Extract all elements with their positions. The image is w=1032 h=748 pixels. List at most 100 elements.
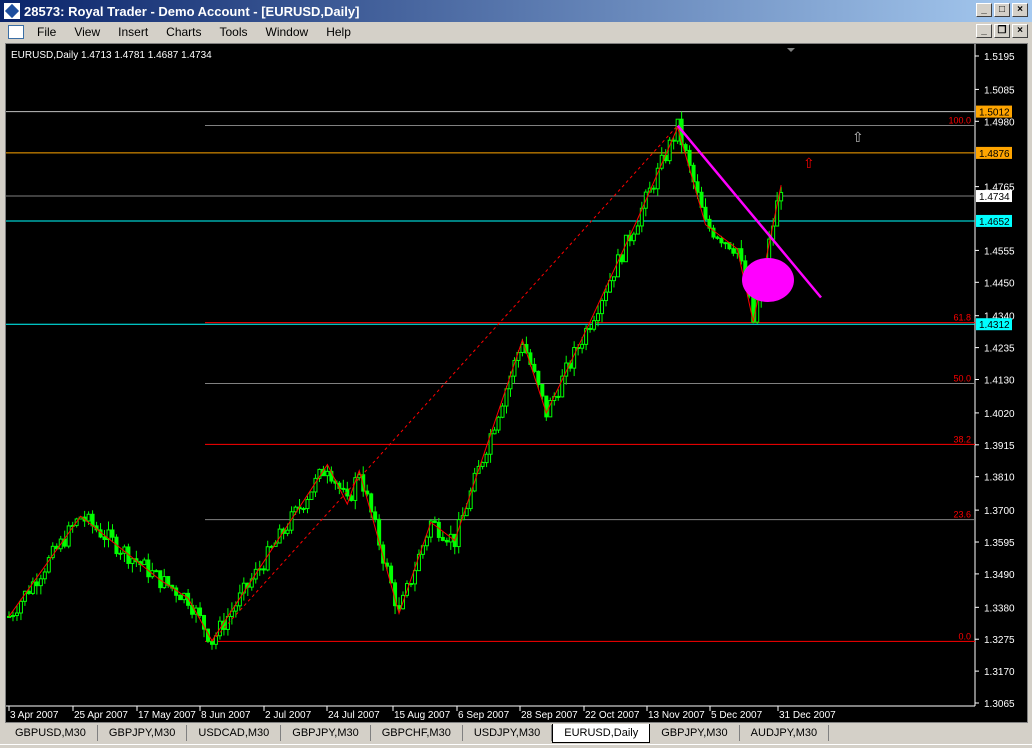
price-label: 1.4312 xyxy=(979,320,1010,331)
price-chart[interactable]: EURUSD,Daily 1.4713 1.4781 1.4687 1.4734… xyxy=(6,44,1027,722)
candle-body xyxy=(436,521,441,538)
candle-body xyxy=(301,508,306,511)
price-tick-label: 1.5195 xyxy=(984,52,1015,63)
tab-gbpchf-m30[interactable]: GBPCHF,M30 xyxy=(371,725,463,741)
menu-file[interactable]: File xyxy=(28,25,65,39)
candle-body xyxy=(373,511,378,520)
menu-help[interactable]: Help xyxy=(317,25,360,39)
fibo-level-label: 100.0 xyxy=(948,116,971,126)
candle-body xyxy=(178,594,183,601)
candle-body xyxy=(592,320,597,330)
tab-gbpjpy-m30[interactable]: GBPJPY,M30 xyxy=(98,725,188,741)
candle-body xyxy=(779,191,784,202)
menu-view[interactable]: View xyxy=(65,25,109,39)
candle-body xyxy=(14,612,19,617)
candle-body xyxy=(325,470,330,477)
price-tick-label: 1.3700 xyxy=(984,506,1015,517)
date-tick-label: 28 Sep 2007 xyxy=(521,710,578,721)
price-tick-label: 1.3490 xyxy=(984,570,1015,581)
fibo-level-label: 61.8 xyxy=(953,313,971,323)
candle-body xyxy=(580,343,585,349)
title-bar: 28573: Royal Trader - Demo Account - [EU… xyxy=(0,0,1032,22)
minimize-button[interactable]: _ xyxy=(976,3,992,17)
candle-body xyxy=(305,498,310,510)
fibo-level-label: 0.0 xyxy=(958,631,971,641)
date-tick-label: 2 Jul 2007 xyxy=(265,710,312,721)
candle-body xyxy=(146,559,151,578)
menu-insert[interactable]: Insert xyxy=(109,25,157,39)
candle-body xyxy=(10,615,15,618)
tab-gbpusd-m30[interactable]: GBPUSD,M30 xyxy=(4,725,98,741)
fibo-level-label: 38.2 xyxy=(953,434,971,444)
candle-body xyxy=(651,187,656,190)
doc-restore-button[interactable]: ❐ xyxy=(994,24,1010,38)
candle-body xyxy=(540,383,545,397)
candle-body xyxy=(492,429,497,435)
date-tick-label: 3 Apr 2007 xyxy=(10,710,59,721)
price-label: 1.5012 xyxy=(979,108,1010,119)
price-tick-label: 1.3380 xyxy=(984,603,1015,614)
tab-eurusd-daily[interactable]: EURUSD,Daily xyxy=(552,723,651,743)
candle-body xyxy=(66,525,71,547)
tab-usdcad-m30[interactable]: USDCAD,M30 xyxy=(187,725,282,741)
date-tick-label: 6 Sep 2007 xyxy=(458,710,510,721)
tab-usdjpy-m30[interactable]: USDJPY,M30 xyxy=(463,725,553,741)
candle-body xyxy=(102,536,107,541)
candle-body xyxy=(130,558,135,564)
highlight-ellipse xyxy=(742,258,794,302)
menu-tools[interactable]: Tools xyxy=(211,25,257,39)
candle-body xyxy=(532,363,537,372)
date-tick-label: 25 Apr 2007 xyxy=(74,710,128,721)
price-tick-label: 1.3810 xyxy=(984,473,1015,484)
fibo-level-label: 50.0 xyxy=(953,373,971,383)
candle-body xyxy=(444,539,449,543)
candle-body xyxy=(198,607,203,617)
candle-body xyxy=(265,546,270,571)
price-tick-label: 1.3065 xyxy=(984,699,1015,710)
tab-gbpjpy-m30[interactable]: GBPJPY,M30 xyxy=(650,725,740,741)
status-bar xyxy=(0,744,1032,748)
candle-body xyxy=(671,139,676,142)
price-tick-label: 1.3595 xyxy=(984,538,1015,549)
doc-close-button[interactable]: × xyxy=(1012,24,1028,38)
tab-gbpjpy-m30[interactable]: GBPJPY,M30 xyxy=(281,725,371,741)
candle-body xyxy=(500,405,505,418)
price-tick-label: 1.5085 xyxy=(984,85,1015,96)
date-tick-label: 31 Dec 2007 xyxy=(779,710,836,721)
menu-charts[interactable]: Charts xyxy=(157,25,210,39)
candle-body xyxy=(687,149,692,166)
candle-body xyxy=(432,520,437,523)
doc-minimize-button[interactable]: _ xyxy=(976,24,992,38)
menu-window[interactable]: Window xyxy=(257,25,318,39)
price-label: 1.4652 xyxy=(979,217,1010,228)
candle-body xyxy=(607,280,612,293)
candle-body xyxy=(703,206,708,220)
candle-body xyxy=(556,395,561,398)
app-logo-icon xyxy=(4,3,20,19)
candle-body xyxy=(635,225,640,235)
candle-body xyxy=(699,191,704,208)
tab-audjpy-m30[interactable]: AUDJPY,M30 xyxy=(740,725,830,741)
candle-body xyxy=(719,237,724,244)
candle-body xyxy=(90,513,95,527)
candle-body xyxy=(695,181,700,193)
candle-body xyxy=(209,640,214,645)
candle-body xyxy=(118,552,123,555)
candle-body xyxy=(739,248,744,262)
price-tick-label: 1.4450 xyxy=(984,278,1015,289)
chart-tabs: GBPUSD,M30 GBPJPY,M30 USDCAD,M30 GBPJPY,M30… xyxy=(0,723,1032,743)
window-title: 28573: Royal Trader - Demo Account - [EU… xyxy=(24,3,360,19)
price-tick-label: 1.4555 xyxy=(984,246,1015,257)
candle-body xyxy=(261,568,266,571)
chart-window[interactable]: EURUSD,Daily 1.4713 1.4781 1.4687 1.4734… xyxy=(5,43,1028,723)
maximize-button[interactable]: □ xyxy=(994,3,1010,17)
candle-body xyxy=(588,327,593,330)
candle-body xyxy=(731,248,736,254)
close-button[interactable]: × xyxy=(1012,3,1028,17)
candle-body xyxy=(412,570,417,585)
price-tick-label: 1.3915 xyxy=(984,441,1015,452)
candle-body xyxy=(623,234,628,263)
chart-document-icon[interactable] xyxy=(8,25,24,39)
chart-info: EURUSD,Daily 1.4713 1.4781 1.4687 1.4734 xyxy=(11,50,212,61)
candle-body xyxy=(424,536,429,547)
